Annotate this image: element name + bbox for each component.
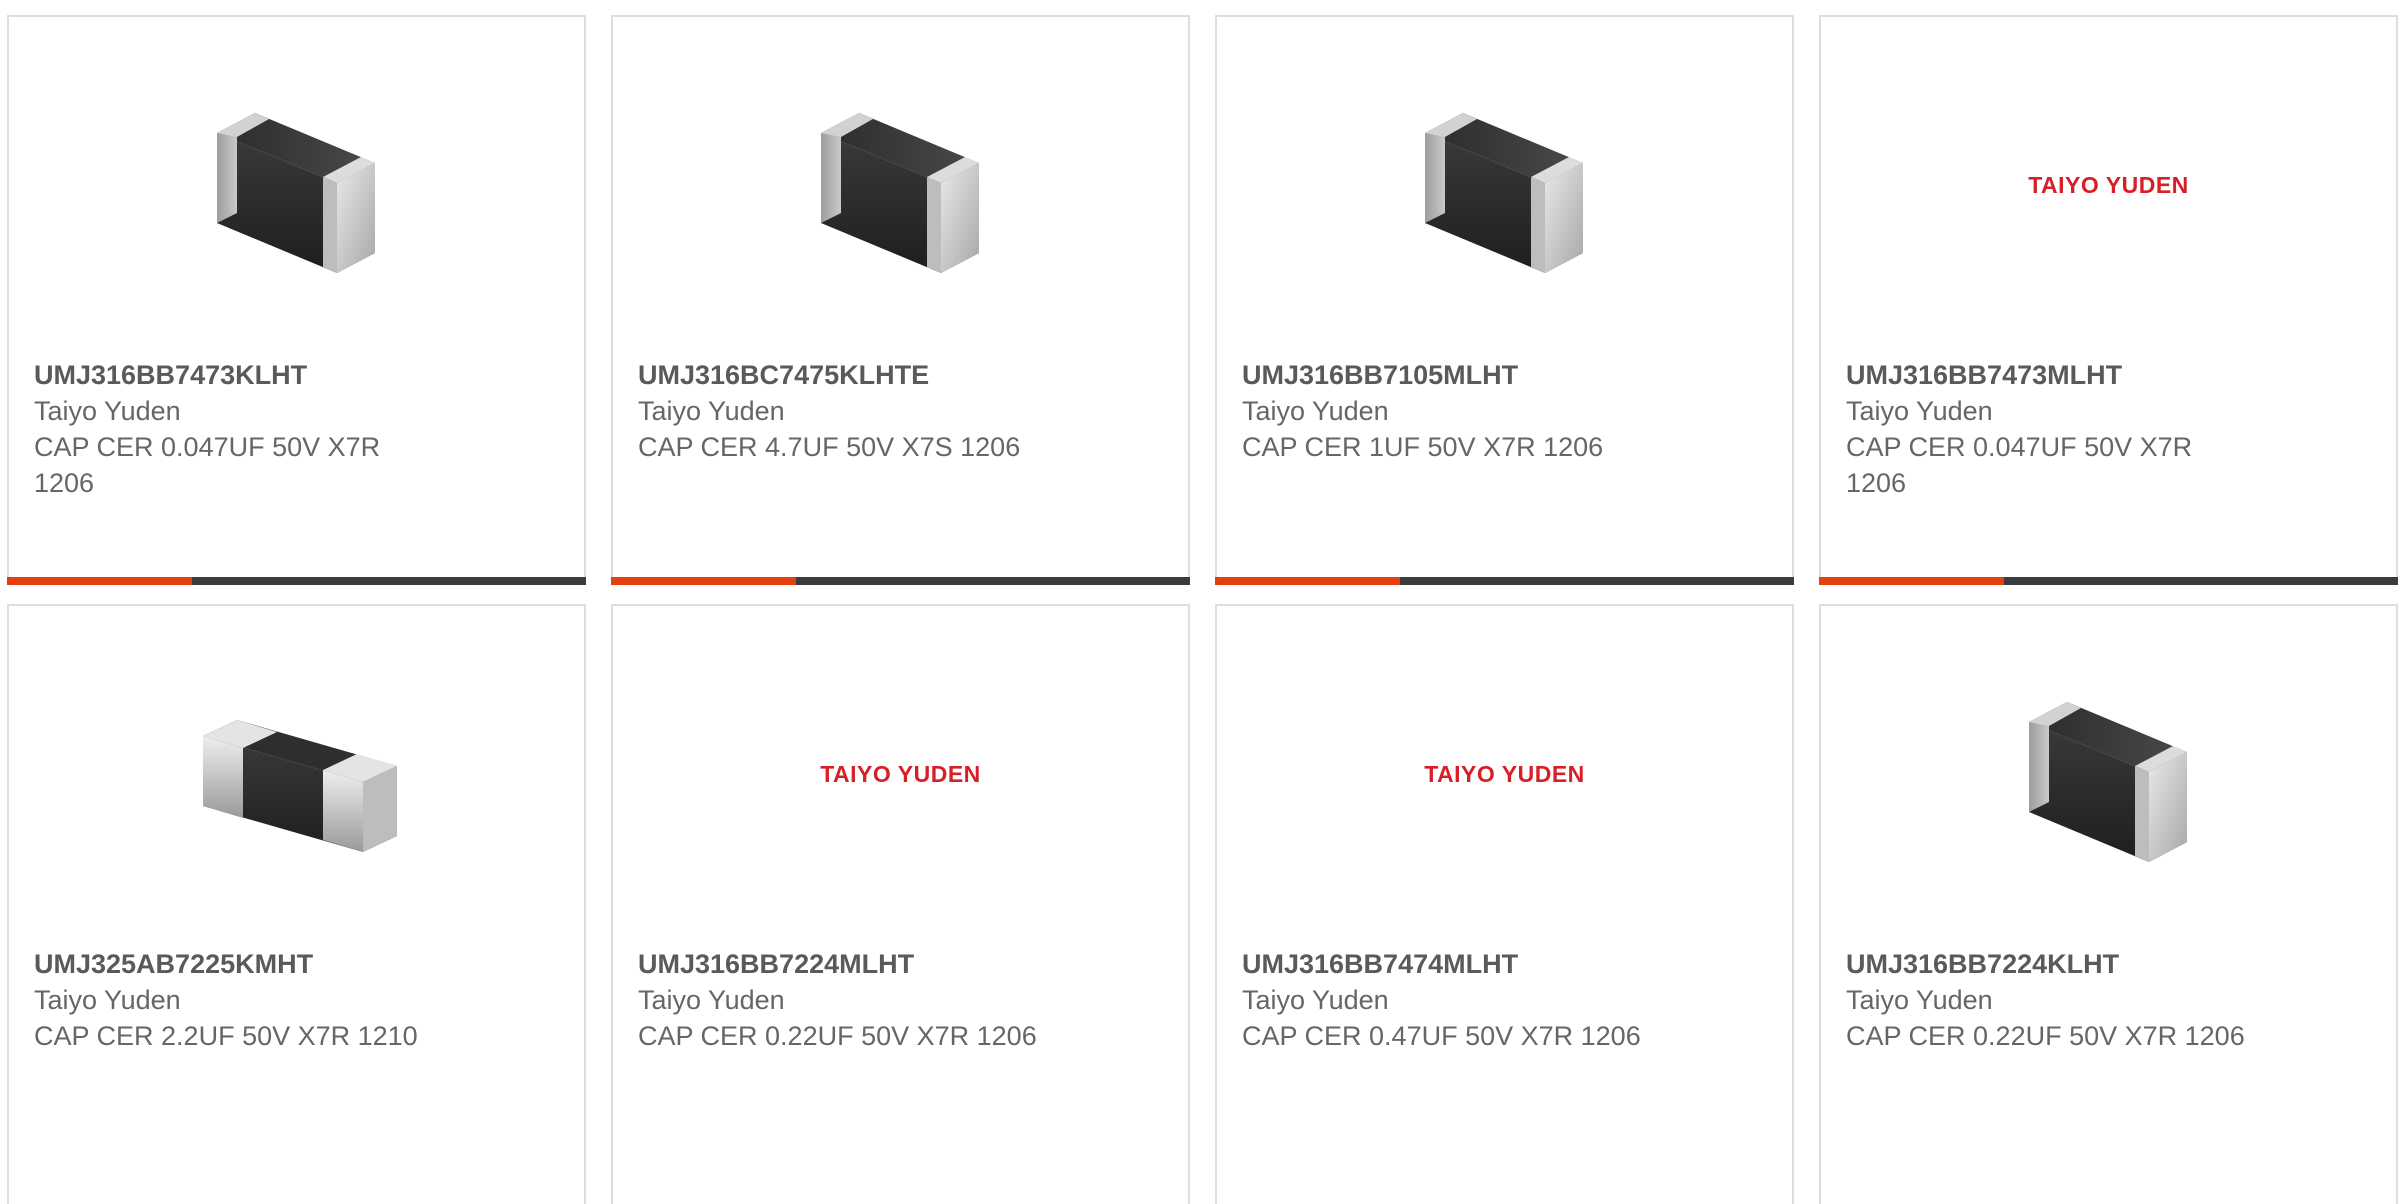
product-image <box>9 85 584 285</box>
manufacturer: Taiyo Yuden <box>638 985 785 1015</box>
product-image <box>1821 674 2396 874</box>
part-number[interactable]: UMJ316BB7224KLHT <box>1846 946 2376 982</box>
description: CAP CER 1UF 50V X7R 1206 <box>1242 432 1604 462</box>
chip-capacitor-icon <box>202 720 397 852</box>
description: CAP CER 0.22UF 50V X7R 1206 <box>638 1021 1037 1051</box>
product-card[interactable]: TAIYO YUDEN UMJ316BB7224MLHT Taiyo Yuden… <box>611 604 1190 1204</box>
description: CAP CER 0.22UF 50V X7R 1206 <box>1846 1021 2245 1051</box>
progress-fill <box>611 577 797 585</box>
manufacturer: Taiyo Yuden <box>1242 396 1389 426</box>
description: CAP CER 4.7UF 50V X7S 1206 <box>638 432 1021 462</box>
manufacturer: Taiyo Yuden <box>1846 396 1993 426</box>
part-number[interactable]: UMJ316BB7473MLHT <box>1846 357 2376 393</box>
taiyo-yuden-logo: TAIYO YUDEN <box>2028 171 2189 198</box>
description: CAP CER 0.047UF 50V X7R 1206 <box>34 432 381 498</box>
taiyo-yuden-logo: TAIYO YUDEN <box>820 760 981 787</box>
part-number[interactable]: UMJ316BB7105MLHT <box>1242 357 1772 393</box>
product-card[interactable]: UMJ316BB7473KLHT Taiyo Yuden CAP CER 0.0… <box>7 15 586 585</box>
product-image: TAIYO YUDEN <box>613 674 1188 874</box>
manufacturer: Taiyo Yuden <box>1846 985 1993 1015</box>
description: CAP CER 0.047UF 50V X7R 1206 <box>1846 432 2193 498</box>
taiyo-yuden-logo: TAIYO YUDEN <box>1424 760 1585 787</box>
part-number[interactable]: UMJ316BB7224MLHT <box>638 946 1168 982</box>
progress-fill <box>1819 577 2005 585</box>
part-number[interactable]: UMJ316BB7474MLHT <box>1242 946 1772 982</box>
progress-fill <box>7 577 193 585</box>
chip-capacitor-icon <box>820 113 979 273</box>
product-card[interactable]: UMJ325AB7225KMHT Taiyo Yuden CAP CER 2.2… <box>7 604 586 1204</box>
chip-capacitor-icon <box>216 113 375 273</box>
manufacturer: Taiyo Yuden <box>34 985 181 1015</box>
part-number[interactable]: UMJ316BC7475KLHTE <box>638 357 1168 393</box>
description: CAP CER 0.47UF 50V X7R 1206 <box>1242 1021 1641 1051</box>
progress-bar <box>611 577 1190 585</box>
progress-bar <box>1819 577 2398 585</box>
product-image <box>613 85 1188 285</box>
product-card[interactable]: UMJ316BC7475KLHTE Taiyo Yuden CAP CER 4.… <box>611 15 1190 585</box>
part-number[interactable]: UMJ316BB7473KLHT <box>34 357 564 393</box>
chip-capacitor-icon <box>1424 113 1583 273</box>
product-image: TAIYO YUDEN <box>1821 85 2396 285</box>
product-card[interactable]: UMJ316BB7224KLHT Taiyo Yuden CAP CER 0.2… <box>1819 604 2398 1204</box>
product-card[interactable]: UMJ316BB7105MLHT Taiyo Yuden CAP CER 1UF… <box>1215 15 1794 585</box>
product-image <box>9 674 584 874</box>
description: CAP CER 2.2UF 50V X7R 1210 <box>34 1021 418 1051</box>
progress-bar <box>1215 577 1794 585</box>
manufacturer: Taiyo Yuden <box>1242 985 1389 1015</box>
manufacturer: Taiyo Yuden <box>638 396 785 426</box>
product-image: TAIYO YUDEN <box>1217 674 1792 874</box>
progress-fill <box>1215 577 1401 585</box>
part-number[interactable]: UMJ325AB7225KMHT <box>34 946 564 982</box>
progress-bar <box>7 577 586 585</box>
chip-capacitor-icon <box>2028 702 2187 862</box>
product-image <box>1217 85 1792 285</box>
product-card[interactable]: TAIYO YUDEN UMJ316BB7473MLHT Taiyo Yuden… <box>1819 15 2398 585</box>
manufacturer: Taiyo Yuden <box>34 396 181 426</box>
product-card[interactable]: TAIYO YUDEN UMJ316BB7474MLHT Taiyo Yuden… <box>1215 604 1794 1204</box>
product-grid: UMJ316BB7473KLHT Taiyo Yuden CAP CER 0.0… <box>0 0 2400 1204</box>
